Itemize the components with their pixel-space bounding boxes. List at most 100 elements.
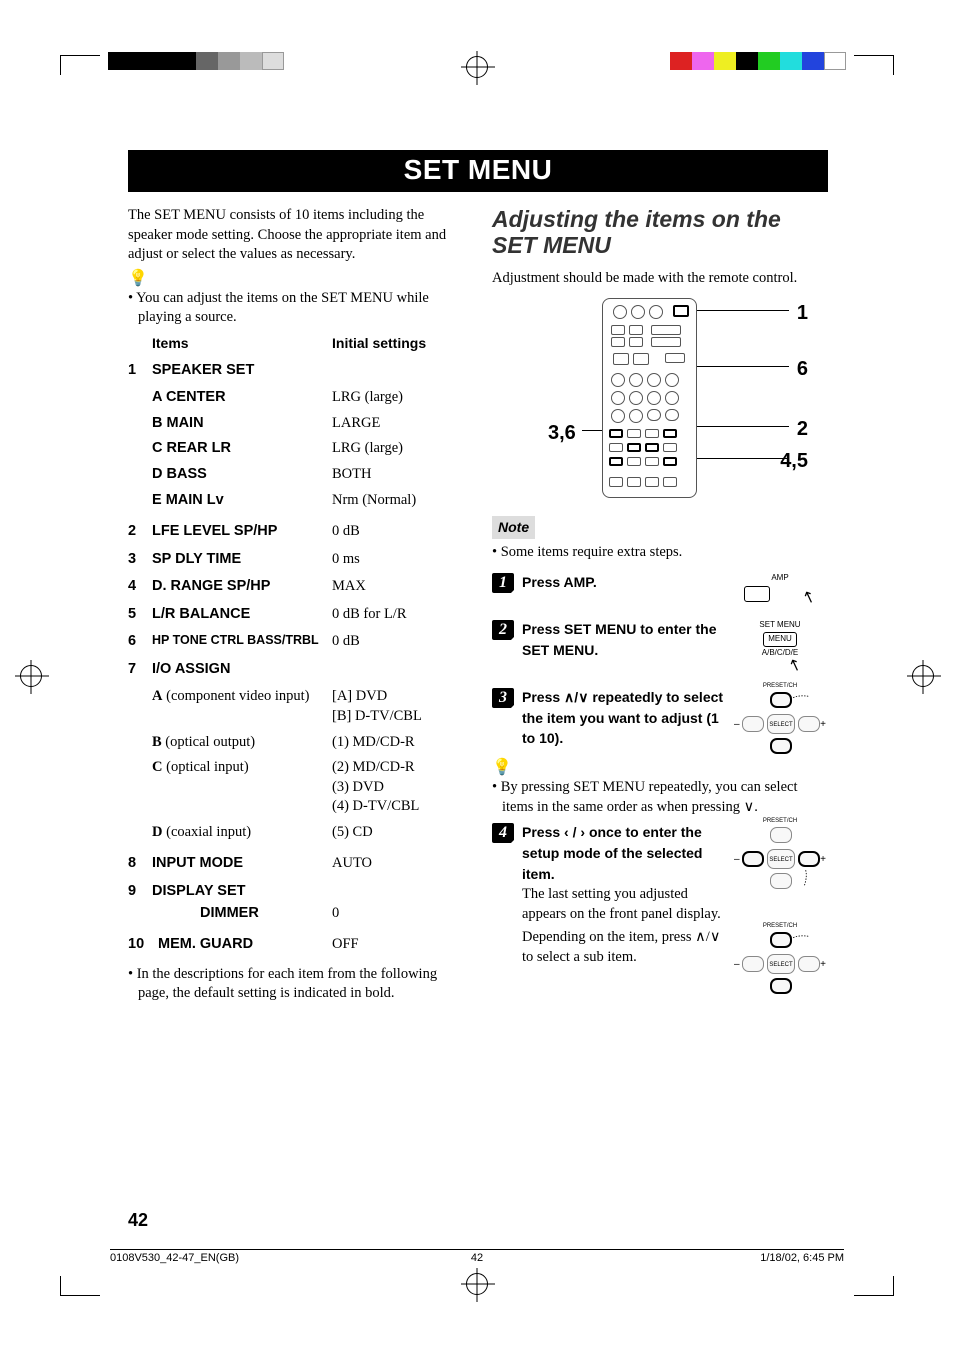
val-dly: 0 ms bbox=[332, 550, 464, 570]
val-c-rear: LRG (large) bbox=[332, 439, 464, 459]
callout-2: 2 bbox=[797, 416, 808, 443]
footnote-text: • In the descriptions for each item from… bbox=[128, 965, 464, 1004]
item-num-2: 2 bbox=[128, 522, 152, 542]
io-a: A (component video input) bbox=[152, 687, 332, 726]
callout-6: 6 bbox=[797, 356, 808, 383]
val-memguard: OFF bbox=[332, 935, 464, 955]
io-d: D (coaxial input) bbox=[152, 823, 332, 843]
intro-text: The SET MENU consists of 10 items includ… bbox=[128, 206, 464, 265]
callout-36: 3,6 bbox=[548, 420, 576, 447]
item-inputmode: INPUT MODE bbox=[152, 854, 332, 874]
item-num-6: 6 bbox=[128, 632, 152, 652]
val-b-main: LARGE bbox=[332, 414, 464, 434]
footer-line: 0108V530_42-47_EN(GB) 42 1/18/02, 6:45 P… bbox=[110, 1249, 844, 1265]
item-hptone: HP TONE CTRL BASS/TRBL bbox=[152, 632, 352, 652]
footer-center: 42 bbox=[355, 1252, 600, 1265]
col-header-initial: Initial settings bbox=[332, 334, 464, 353]
down-arrow-icon bbox=[578, 689, 588, 705]
item-memguard: MEM. GUARD bbox=[158, 935, 332, 955]
step-4-graphic-b: PRESET/CH SELECT – + bbox=[732, 928, 828, 998]
note-text: • Some items require extra steps. bbox=[492, 543, 828, 563]
item-num-4: 4 bbox=[128, 577, 152, 597]
callout-45: 4,5 bbox=[780, 448, 808, 475]
crop-mark-icon bbox=[60, 1276, 100, 1296]
up-arrow-icon bbox=[564, 689, 574, 705]
footer-left: 0108V530_42-47_EN(GB) bbox=[110, 1252, 355, 1265]
step-3-graphic: PRESET/CH SELECT – + bbox=[732, 688, 828, 758]
item-lrbal: L/R BALANCE bbox=[152, 605, 332, 625]
step-3-num: 3 bbox=[492, 688, 514, 708]
item-num-9: 9 bbox=[128, 882, 152, 902]
remote-diagram: 1 6 2 4,5 3,6 bbox=[492, 298, 828, 508]
item-num-5: 5 bbox=[128, 605, 152, 625]
item-name-speaker-set: SPEAKER SET bbox=[152, 361, 332, 381]
crop-mark-icon bbox=[854, 55, 894, 75]
registration-side-right bbox=[912, 665, 934, 687]
item-lfe: LFE LEVEL SP/HP bbox=[152, 522, 332, 542]
item-num-1: 1 bbox=[128, 361, 152, 381]
step-2-num: 2 bbox=[492, 620, 514, 640]
io-c-val3: (4) D-TV/CBL bbox=[332, 798, 419, 814]
cursor-icon: ↖ bbox=[799, 585, 819, 610]
val-hptone: 0 dB bbox=[332, 632, 464, 652]
item-dimmer: DIMMER bbox=[152, 904, 332, 924]
item-a-center: A CENTER bbox=[152, 388, 332, 408]
val-dimmer: 0 bbox=[332, 904, 464, 924]
step-1-num: 1 bbox=[492, 573, 514, 593]
step-3-title: Press / repeatedly to select the item yo… bbox=[522, 689, 723, 746]
cursor-trail-icon bbox=[794, 867, 817, 889]
val-lfe: 0 dB bbox=[332, 522, 464, 542]
step-2-graphic: SET MENU MENU A/B/C/D/E ↖ bbox=[732, 620, 828, 676]
tip-icon: 💡 bbox=[492, 760, 828, 776]
section-title: Adjusting the items on the SET MENU bbox=[492, 206, 828, 259]
registration-mark-icon bbox=[466, 56, 488, 78]
val-d-bass: BOTH bbox=[332, 465, 464, 485]
tip-bullet: • You can adjust the items on the SET ME… bbox=[128, 289, 464, 328]
item-e-main: E MAIN Lv bbox=[152, 491, 332, 511]
item-dly: SP DLY TIME bbox=[152, 550, 332, 570]
step-2-title: Press SET MENU to enter the SET MENU. bbox=[522, 621, 717, 658]
step-3-tip: • By pressing SET MENU repeatedly, you c… bbox=[492, 778, 828, 817]
io-c: C (optical input) bbox=[152, 758, 332, 817]
crop-mark-icon bbox=[60, 55, 100, 75]
down-arrow-icon bbox=[744, 799, 755, 815]
item-num-3: 3 bbox=[128, 550, 152, 570]
io-b-val: (1) MD/CD-R bbox=[332, 733, 464, 753]
item-num-8: 8 bbox=[128, 854, 152, 874]
step-4-body2: Depending on the item, press / to select… bbox=[522, 929, 720, 965]
col-header-items: Items bbox=[152, 334, 332, 353]
registration-side-left bbox=[20, 665, 42, 687]
print-swatches-right bbox=[670, 52, 846, 70]
io-a-val2: [B] D-TV/CBL bbox=[332, 708, 422, 724]
io-c-val1: (2) MD/CD-R bbox=[332, 759, 415, 775]
adjust-para: Adjustment should be made with the remot… bbox=[492, 269, 828, 289]
val-lrbal: 0 dB for L/R bbox=[332, 605, 464, 625]
item-b-main: B MAIN bbox=[152, 414, 332, 434]
step-4-num: 4 bbox=[492, 823, 514, 843]
tip-icon: 💡 bbox=[128, 271, 464, 287]
item-num-10: 10 bbox=[128, 935, 158, 955]
io-c-val2: (3) DVD bbox=[332, 779, 384, 795]
item-drange: D. RANGE SP/HP bbox=[152, 577, 332, 597]
io-d-val: (5) CD bbox=[332, 823, 464, 843]
page-number: 42 bbox=[128, 1210, 148, 1231]
footer-right: 1/18/02, 6:45 PM bbox=[599, 1252, 844, 1265]
step-1-title: Press AMP. bbox=[522, 574, 597, 590]
note-label: Note bbox=[492, 516, 535, 539]
item-d-bass: D BASS bbox=[152, 465, 332, 485]
step-4-title: Press / once to enter the setup mode of … bbox=[522, 824, 702, 881]
io-b: B (optical output) bbox=[152, 733, 332, 753]
step-4-body1: The last setting you adjusted appears on… bbox=[522, 886, 721, 922]
page-title-bar: SET MENU bbox=[128, 150, 828, 192]
print-swatches-left bbox=[108, 52, 284, 70]
item-num-7: 7 bbox=[128, 660, 152, 680]
item-io: I/O ASSIGN bbox=[152, 660, 332, 680]
io-a-val1: [A] DVD bbox=[332, 688, 387, 704]
item-c-rear: C REAR LR bbox=[152, 439, 332, 459]
item-display: DISPLAY SET bbox=[152, 882, 332, 902]
registration-mark-icon bbox=[466, 1273, 488, 1295]
crop-mark-icon bbox=[854, 1276, 894, 1296]
callout-1: 1 bbox=[797, 300, 808, 327]
step-4-graphic-a: PRESET/CH SELECT – + bbox=[732, 823, 828, 924]
val-inputmode: AUTO bbox=[332, 854, 464, 874]
